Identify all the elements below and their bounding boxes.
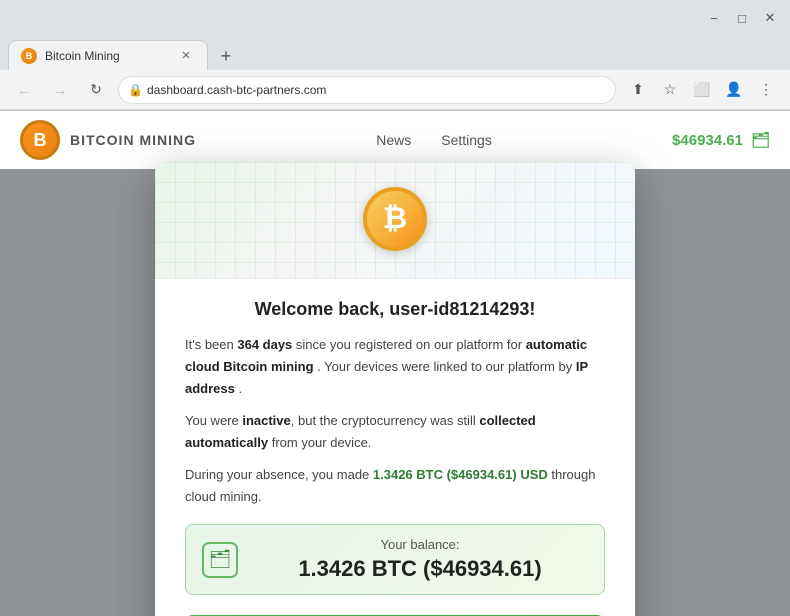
- lock-icon: 🔒: [128, 83, 143, 97]
- background-content: BTC Online users: 239 ₿ Welcome back, us…: [0, 169, 790, 616]
- address-bar-wrap: 🔒 dashboard.cash-btc-partners.com: [118, 76, 616, 104]
- wallet-header-icon: 🗂: [751, 131, 770, 149]
- site-header: B BITCOIN MINING News Settings $46934.61…: [0, 111, 790, 169]
- balance-label: Your balance:: [252, 537, 588, 552]
- tab-favicon: B: [21, 48, 37, 64]
- url-display[interactable]: dashboard.cash-btc-partners.com: [118, 76, 616, 104]
- close-button[interactable]: ✕: [758, 6, 782, 30]
- balance-box: 🗂 Your balance: 1.3426 BTC ($46934.61): [185, 524, 605, 595]
- info-paragraph-1: It's been 364 days since you registered …: [185, 334, 605, 400]
- nav-news[interactable]: News: [376, 132, 411, 148]
- site-nav: News Settings: [376, 132, 492, 148]
- refresh-button[interactable]: ↻: [82, 76, 110, 104]
- new-tab-button[interactable]: +: [212, 42, 240, 70]
- window-controls: − □ ✕: [702, 6, 782, 30]
- bitcoin-logo: ₿: [363, 187, 427, 251]
- toolbar-actions: ⬆ ☆ ⬜ 👤 ⋮: [624, 76, 780, 104]
- more-button[interactable]: ⋮: [752, 76, 780, 104]
- title-bar: − □ ✕: [0, 0, 790, 36]
- back-button[interactable]: ←: [10, 76, 38, 104]
- active-tab[interactable]: B Bitcoin Mining ✕: [8, 40, 208, 70]
- info-paragraph-2: You were inactive, but the cryptocurrenc…: [185, 410, 605, 454]
- wallet-icon: 🗂: [202, 542, 238, 578]
- address-bar: ← → ↻ 🔒 dashboard.cash-btc-partners.com …: [0, 70, 790, 110]
- welcome-modal: ₿ Welcome back, user-id81214293! It's be…: [155, 162, 635, 616]
- tabs-bar: B Bitcoin Mining ✕ +: [0, 36, 790, 70]
- balance-amount: 1.3426 BTC ($46934.61): [252, 556, 588, 582]
- bookmark-button[interactable]: ☆: [656, 76, 684, 104]
- share-button[interactable]: ⬆: [624, 76, 652, 104]
- site-logo: B BITCOIN MINING: [20, 120, 196, 160]
- nav-settings[interactable]: Settings: [441, 132, 492, 148]
- modal-overlay: ₿ Welcome back, user-id81214293! It's be…: [0, 169, 790, 616]
- logo-circle: B: [20, 120, 60, 160]
- welcome-title: Welcome back, user-id81214293!: [185, 299, 605, 320]
- collected-bold: collected automatically: [185, 413, 536, 450]
- profile-button[interactable]: 👤: [720, 76, 748, 104]
- days-bold: 364 days: [237, 337, 292, 352]
- site-title: BITCOIN MINING: [70, 132, 196, 148]
- website-content: B BITCOIN MINING News Settings $46934.61…: [0, 111, 790, 616]
- tab-title: Bitcoin Mining: [45, 49, 169, 63]
- earned-amount: 1.3426 BTC ($46934.61) USD: [373, 467, 548, 482]
- modal-body: Welcome back, user-id81214293! It's been…: [155, 279, 635, 616]
- modal-header: ₿: [155, 162, 635, 279]
- browser-chrome: − □ ✕ B Bitcoin Mining ✕ + ← →: [0, 0, 790, 111]
- minimize-button[interactable]: −: [702, 6, 726, 30]
- balance-info: Your balance: 1.3426 BTC ($46934.61): [252, 537, 588, 582]
- tablet-button[interactable]: ⬜: [688, 76, 716, 104]
- inactive-bold: inactive: [242, 413, 290, 428]
- forward-button[interactable]: →: [46, 76, 74, 104]
- restore-button[interactable]: □: [730, 6, 754, 30]
- site-balance: $46934.61 🗂: [672, 131, 770, 149]
- info-paragraph-3: During your absence, you made 1.3426 BTC…: [185, 464, 605, 508]
- tab-close-button[interactable]: ✕: [177, 47, 195, 65]
